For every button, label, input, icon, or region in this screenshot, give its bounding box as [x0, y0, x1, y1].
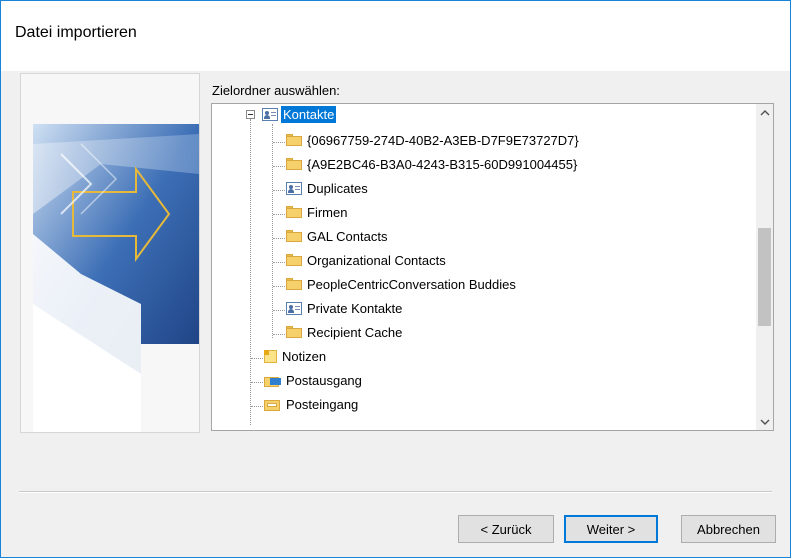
tree-item-label: Duplicates — [307, 180, 368, 196]
scroll-down-button[interactable] — [756, 413, 773, 430]
note-icon — [264, 349, 277, 363]
tree-connector-line — [273, 334, 285, 335]
tree-item-label: Organizational Contacts — [307, 252, 446, 268]
scroll-thumb[interactable] — [758, 228, 771, 326]
outbox-icon — [264, 374, 281, 387]
back-button[interactable]: < Zurück — [458, 515, 554, 543]
tree-item-private-kontakte[interactable]: Private Kontakte — [286, 298, 404, 318]
tree-connector-line — [250, 119, 251, 425]
collapse-toggle[interactable] — [246, 110, 255, 119]
folder-icon — [286, 158, 302, 170]
tree-connector-line — [273, 166, 285, 167]
tree-item-folder-guid-2[interactable]: {A9E2BC46-B3A0-4243-B315-60D991004455} — [286, 154, 579, 174]
import-file-dialog: Datei importieren Zielordner auswählen: … — [0, 0, 791, 558]
tree-connector-line — [273, 190, 285, 191]
dialog-body: Zielordner auswählen: Kontakte {06967759… — [1, 71, 790, 557]
tree-item-notizen[interactable]: Notizen — [264, 346, 328, 366]
tree-item-label: Postausgang — [286, 372, 362, 388]
tree-item-label: {06967759-274D-40B2-A3EB-D7F9E73727D7} — [307, 132, 579, 148]
next-button[interactable]: Weiter > — [564, 515, 658, 543]
title-bar: Datei importieren — [1, 1, 790, 71]
tree-connector-line — [273, 310, 285, 311]
tree-connector-line — [251, 358, 263, 359]
chevron-down-icon — [760, 419, 769, 425]
vertical-scrollbar[interactable] — [756, 104, 773, 430]
tree-item-kontakte[interactable]: Kontakte — [262, 104, 337, 124]
tree-item-label: Firmen — [307, 204, 348, 220]
tree-item-label: Notizen — [282, 348, 327, 364]
contact-icon — [262, 107, 278, 121]
tree-item-label: {A9E2BC46-B3A0-4243-B315-60D991004455} — [307, 156, 578, 172]
tree-item-folder-guid-1[interactable]: {06967759-274D-40B2-A3EB-D7F9E73727D7} — [286, 130, 581, 150]
folder-icon — [286, 206, 302, 218]
wizard-graphic — [20, 73, 200, 433]
folder-tree[interactable]: Kontakte {06967759-274D-40B2-A3EB-D7F9E7… — [211, 103, 774, 431]
folder-icon — [286, 278, 302, 290]
tree-item-recipient-cache[interactable]: Recipient Cache — [286, 322, 404, 342]
wizard-arrow-graphic — [21, 74, 199, 432]
tree-item-label: PeopleCentricConversation Buddies — [307, 276, 516, 292]
tree-item-gal-contacts[interactable]: GAL Contacts — [286, 226, 389, 246]
tree-item-label: Posteingang — [286, 396, 359, 412]
folder-icon — [286, 254, 302, 266]
target-folder-label: Zielordner auswählen: — [212, 83, 340, 98]
tree-item-organizational-contacts[interactable]: Organizational Contacts — [286, 250, 448, 270]
footer-divider-highlight — [19, 492, 772, 493]
tree-connector-line — [251, 406, 263, 407]
tree-item-posteingang[interactable]: Posteingang — [264, 394, 360, 414]
tree-connector-line — [273, 286, 285, 287]
tree-item-firmen[interactable]: Firmen — [286, 202, 349, 222]
contact-icon — [286, 181, 302, 195]
folder-icon — [286, 326, 302, 338]
tree-item-duplicates[interactable]: Duplicates — [286, 178, 370, 198]
cancel-button[interactable]: Abbrechen — [681, 515, 776, 543]
tree-connector-line — [273, 142, 285, 143]
dialog-title: Datei importieren — [15, 24, 137, 41]
tree-item-label: Recipient Cache — [307, 324, 403, 340]
chevron-up-icon — [760, 109, 769, 115]
tree-item-label: Private Kontakte — [307, 300, 403, 316]
tree-connector-line — [272, 124, 273, 338]
tree-connector-line — [273, 214, 285, 215]
tree-item-peoplecentric-buddies[interactable]: PeopleCentricConversation Buddies — [286, 274, 518, 294]
tree-connector-line — [251, 382, 263, 383]
tree-item-label: GAL Contacts — [307, 228, 388, 244]
inbox-icon — [264, 398, 281, 411]
folder-icon — [286, 230, 302, 242]
tree-item-postausgang[interactable]: Postausgang — [264, 370, 364, 390]
tree-connector-line — [273, 262, 285, 263]
scroll-up-button[interactable] — [756, 104, 773, 121]
contact-icon — [286, 301, 302, 315]
tree-item-label: Kontakte — [281, 105, 337, 123]
folder-icon — [286, 134, 302, 146]
tree-connector-line — [273, 238, 285, 239]
